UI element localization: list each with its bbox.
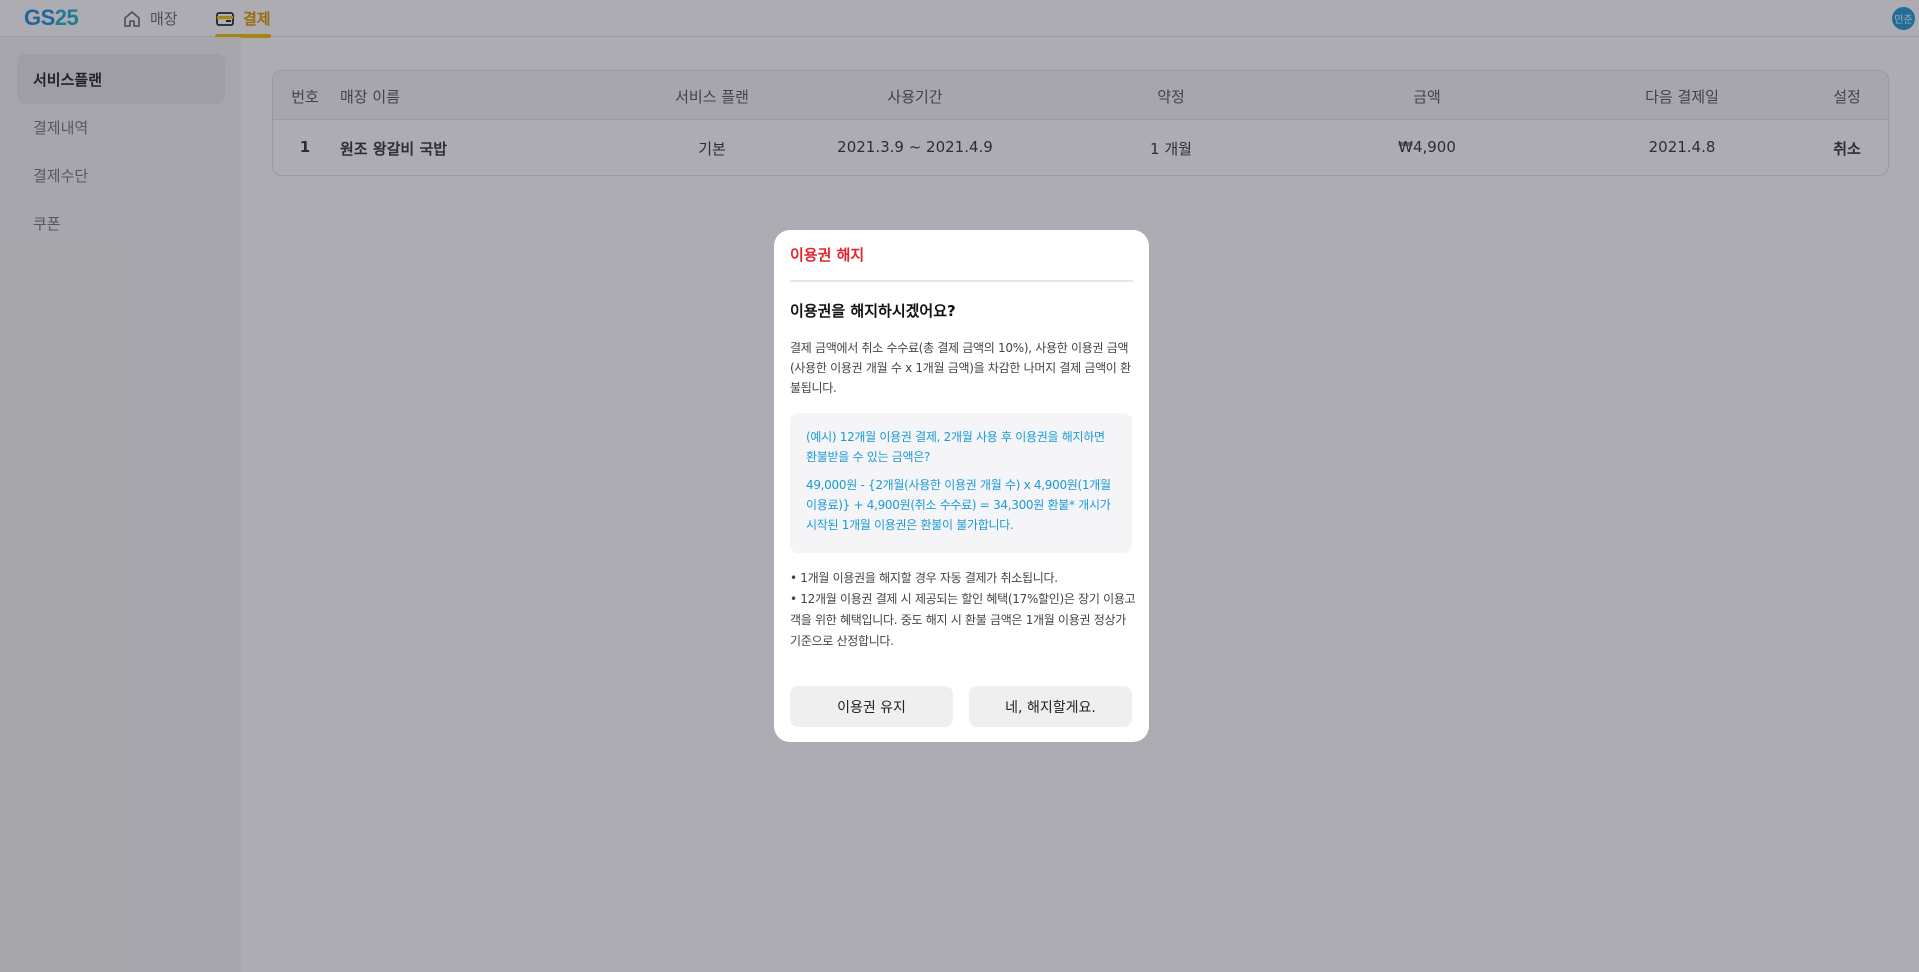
refund-example-box: (예시) 12개월 이용권 결제, 2개월 사용 후 이용권을 해지하면 환불받…	[790, 413, 1132, 553]
modal-description: 결제 금액에서 취소 수수료(총 결제 금액의 10%), 사용한 이용권 금액…	[790, 341, 1131, 395]
keep-subscription-button[interactable]: 이용권 유지	[790, 686, 953, 727]
refund-example-question: (예시) 12개월 이용권 결제, 2개월 사용 후 이용권을 해지하면 환불받…	[806, 430, 1105, 464]
note-item: • 1개월 이용권을 해지할 경우 자동 결제가 취소됩니다.	[790, 571, 1058, 585]
modal-notes: • 1개월 이용권을 해지할 경우 자동 결제가 취소됩니다. • 12개월 이…	[790, 568, 1136, 652]
modal-title: 이용권 해지	[790, 246, 865, 264]
modal-divider	[790, 280, 1133, 282]
note-item: • 12개월 이용권 결제 시 제공되는 할인 혜택(17%할인)은 장기 이용…	[790, 592, 1136, 648]
cancel-subscription-modal: 이용권 해지 이용권을 해지하시겠어요? 결제 금액에서 취소 수수료(총 결제…	[774, 230, 1149, 742]
modal-question: 이용권을 해지하시겠어요?	[790, 302, 956, 320]
confirm-cancel-button[interactable]: 네, 해지할게요.	[969, 686, 1132, 727]
refund-example-answer: 49,000원 - {2개월(사용한 이용권 개월 수) x 4,900원(1개…	[806, 478, 1111, 532]
